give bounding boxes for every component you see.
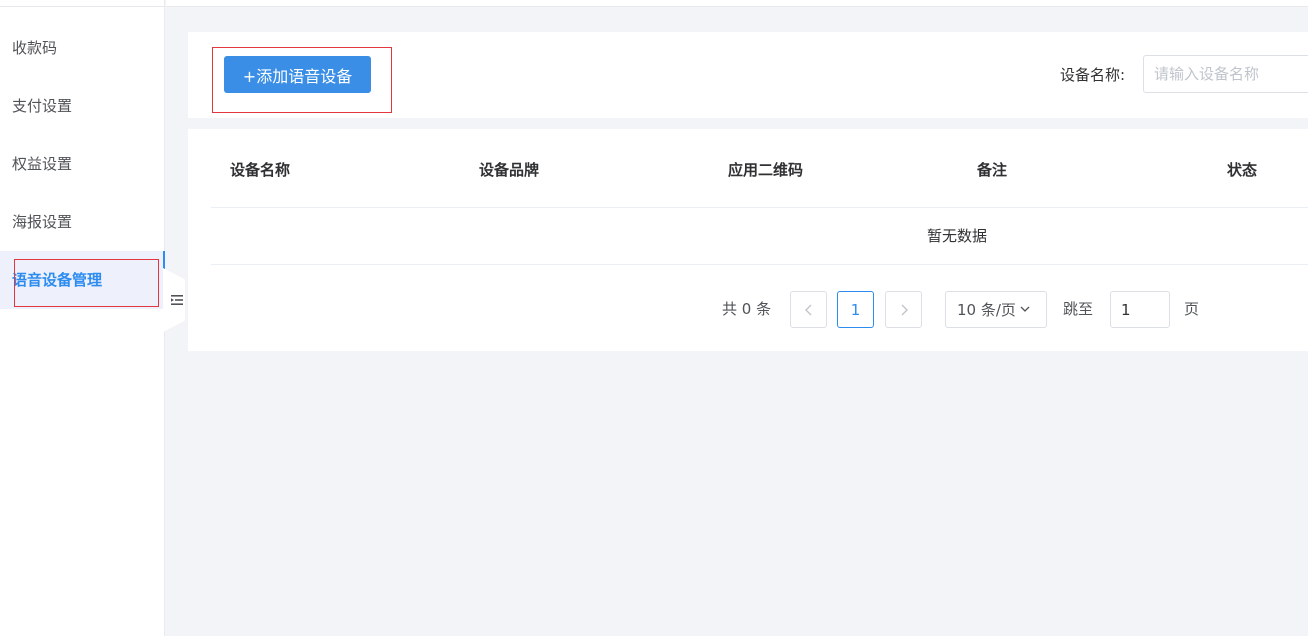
page-size-value: 10 条/页 [957,301,1016,319]
sidebar-item-poster-settings[interactable]: 海报设置 [0,193,165,251]
chevron-down-icon [1020,306,1030,312]
sidebar-menu: 收款码 支付设置 权益设置 海报设置 语音设备管理 [0,19,165,309]
column-header-status[interactable]: 状态 [1227,159,1257,180]
next-page-button[interactable] [885,291,922,328]
device-name-label: 设备名称: [1060,66,1126,84]
sidebar-item-voice-device-management[interactable]: 语音设备管理 [0,251,165,309]
chevron-right-icon [901,304,908,315]
pagination: 共 0 条 1 10 条/页 跳至 页 [188,289,1308,329]
page-suffix-label: 页 [1184,300,1200,318]
jump-to-label: 跳至 [1063,300,1094,318]
sidebar-collapse-toggle[interactable] [163,268,185,332]
jump-to-page-input[interactable] [1110,291,1170,328]
column-header-remarks[interactable]: 备注 [977,159,1007,180]
column-header-app-qrcode[interactable]: 应用二维码 [728,159,803,180]
column-header-device-brand[interactable]: 设备品牌 [479,159,539,180]
empty-text: 暂无数据 [927,227,988,245]
device-name-search-input[interactable] [1143,55,1308,93]
table-empty-row: 暂无数据 [211,208,1308,265]
chevron-left-icon [804,304,811,315]
page-number-button[interactable]: 1 [837,291,874,328]
page-size-select[interactable]: 10 条/页 [945,291,1047,328]
sidebar-item-payment-settings[interactable]: 支付设置 [0,77,165,135]
prev-page-button[interactable] [790,291,827,328]
toolbar-card: +添加语音设备 设备名称: [188,32,1308,118]
device-table: 设备名称 设备品牌 应用二维码 备注 状态 暂无数据 共 0 条 1 10 条/… [188,129,1308,351]
sidebar-divider [0,6,165,7]
sidebar-item-payment-code[interactable]: 收款码 [0,19,165,77]
total-count: 共 0 条 [722,300,772,318]
table-header: 设备名称 设备品牌 应用二维码 备注 状态 [211,129,1308,208]
menu-fold-icon [171,295,183,305]
sidebar-item-benefit-settings[interactable]: 权益设置 [0,135,165,193]
sidebar: 收款码 支付设置 权益设置 海报设置 语音设备管理 [0,0,165,636]
column-header-device-name[interactable]: 设备名称 [230,159,290,180]
add-voice-device-button[interactable]: +添加语音设备 [224,56,371,93]
top-bar [166,0,1308,7]
